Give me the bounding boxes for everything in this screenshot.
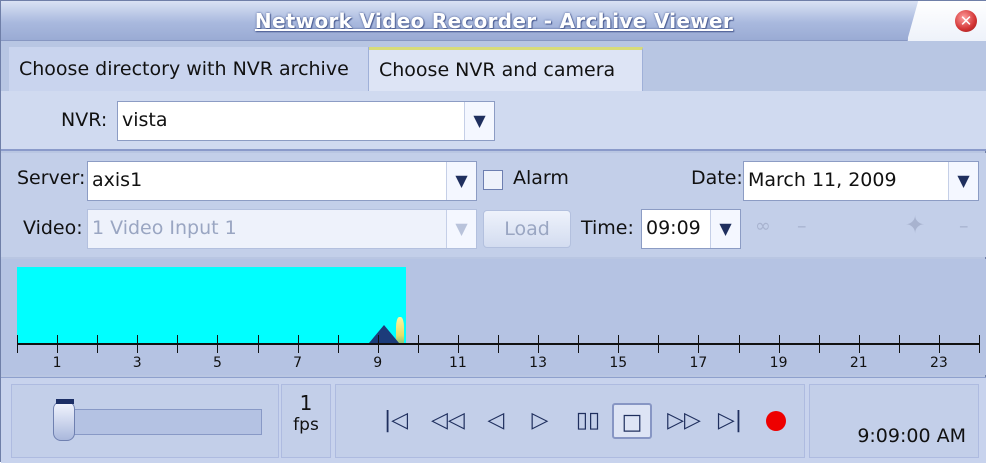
timeline-tick [337, 335, 339, 353]
timeline-tick [938, 335, 940, 353]
alarm-label: Alarm [513, 167, 569, 189]
stop-icon[interactable]: □ [612, 403, 652, 439]
timeline[interactable]: 1 3 5 7 9 11 13 15 17 19 21 23 [1, 259, 986, 375]
timeline-tick [137, 335, 139, 353]
timeline-tick-label: 19 [769, 355, 788, 371]
window-title: Network Video Recorder - Archive Viewer [254, 9, 734, 33]
link-dash-icon: – [797, 215, 807, 237]
time-label: Time: [581, 217, 634, 239]
nvr-label: NVR: [61, 109, 108, 131]
timeline-tick-label: 23 [929, 355, 948, 371]
timeline-tick-label: 11 [448, 355, 467, 371]
step-back-icon[interactable]: ◁ [476, 403, 516, 439]
skip-to-end-icon[interactable]: ▷| [710, 403, 750, 439]
speed-slider-box [11, 384, 279, 458]
server-select[interactable]: axis1 ▼ [87, 161, 477, 201]
timeline-tick [17, 335, 18, 353]
link-icon[interactable]: ∞ [755, 215, 771, 237]
timeline-tick-label: 17 [689, 355, 708, 371]
controls-bar: 1 fps |◁ ◁◁ ◁ ▷ ▯▯ □ ▷▷ ▷| 9:09:00 AM [1, 377, 986, 463]
timeline-tick [898, 335, 900, 353]
timeline-tick [177, 335, 179, 353]
rewind-icon[interactable]: ◁◁ [428, 403, 468, 439]
speed-slider-track[interactable] [56, 409, 262, 435]
timeline-tick [498, 335, 499, 353]
tab-strip: Choose directory with NVR archive Choose… [1, 41, 986, 91]
nvr-panel: NVR: vista ▼ [1, 91, 986, 151]
server-label: Server: [17, 167, 86, 189]
timeline-tick [979, 335, 980, 353]
timeline-tick [57, 335, 59, 353]
timeline-tick [858, 335, 860, 353]
server-value: axis1 [92, 169, 143, 191]
clock-display: 9:09:00 AM [857, 425, 966, 447]
title-bar: Network Video Recorder - Archive Viewer … [1, 1, 986, 41]
load-button[interactable]: Load [483, 210, 571, 248]
tab-choose-nvr-camera[interactable]: Choose NVR and camera [369, 47, 643, 91]
timeline-tick-label: 15 [609, 355, 628, 371]
timeline-tick [698, 335, 700, 353]
date-picker[interactable]: March 11, 2009 ▼ [743, 161, 979, 201]
date-value: March 11, 2009 [748, 169, 897, 191]
time-value: 09:09 [646, 217, 701, 239]
timeline-tick-label: 13 [529, 355, 547, 371]
timeline-tick-label: 9 [373, 355, 383, 371]
camera-dash-icon: – [959, 215, 969, 237]
fps-value: 1 [299, 391, 313, 415]
timeline-tick [217, 335, 219, 353]
timeline-tick [257, 335, 259, 353]
timeline-tick [297, 335, 299, 353]
timeline-tick [377, 335, 379, 353]
chevron-down-icon[interactable]: ▼ [446, 162, 476, 200]
speed-slider-thumb[interactable] [53, 401, 76, 441]
close-icon[interactable]: ✕ [955, 10, 977, 32]
fps-display: 1 fps [281, 384, 331, 458]
fps-label: fps [293, 415, 319, 435]
camera-icon[interactable]: ✦ [905, 211, 925, 239]
nvr-select[interactable]: vista ▼ [117, 101, 495, 141]
video-value: 1 Video Input 1 [92, 217, 237, 239]
timeline-tick-label: 3 [132, 355, 142, 371]
timeline-tick [738, 335, 740, 353]
skip-to-start-icon[interactable]: |◁ [376, 403, 416, 439]
nvr-value: vista [122, 109, 168, 131]
timeline-tick [818, 335, 820, 353]
clock-box: 9:09:00 AM [809, 384, 979, 458]
speed-level-mark [56, 399, 74, 404]
timeline-tick [618, 335, 620, 353]
video-label: Video: [23, 217, 83, 239]
chevron-down-icon[interactable]: ▼ [710, 210, 740, 248]
timeline-tick-label: 1 [52, 355, 62, 371]
fast-forward-icon[interactable]: ▷▷ [664, 403, 704, 439]
timeline-tick-label: 5 [212, 355, 222, 371]
timeline-tick-label: 21 [849, 355, 868, 371]
transport-controls: |◁ ◁◁ ◁ ▷ ▯▯ □ ▷▷ ▷| [335, 384, 805, 458]
chevron-down-icon[interactable]: ▼ [948, 162, 978, 200]
record-icon[interactable] [766, 411, 786, 431]
chevron-down-icon[interactable]: ▼ [446, 210, 476, 248]
video-select[interactable]: 1 Video Input 1 ▼ [87, 209, 477, 249]
tab-choose-directory[interactable]: Choose directory with NVR archive [9, 47, 369, 91]
timeline-tick [778, 335, 780, 353]
timeline-tick-label: 7 [293, 355, 303, 371]
archive-viewer-window: Network Video Recorder - Archive Viewer … [0, 0, 986, 463]
play-icon[interactable]: ▷ [520, 403, 560, 439]
timeline-tick [578, 335, 580, 353]
timeline-tick [538, 335, 540, 353]
timeline-tick [457, 335, 459, 353]
timeline-tick [417, 335, 419, 353]
recorded-range [17, 267, 406, 345]
alarm-checkbox[interactable] [483, 170, 503, 190]
date-label: Date: [691, 167, 743, 189]
pause-icon[interactable]: ▯▯ [568, 403, 608, 439]
timeline-tick [97, 335, 99, 353]
chevron-down-icon[interactable]: ▼ [464, 102, 494, 140]
timeline-tick [658, 335, 660, 353]
time-select[interactable]: 09:09 ▼ [641, 209, 741, 249]
time-pointer-icon[interactable] [368, 325, 399, 343]
server-panel: Server: axis1 ▼ Alarm Date: March 11, 20… [1, 153, 986, 257]
